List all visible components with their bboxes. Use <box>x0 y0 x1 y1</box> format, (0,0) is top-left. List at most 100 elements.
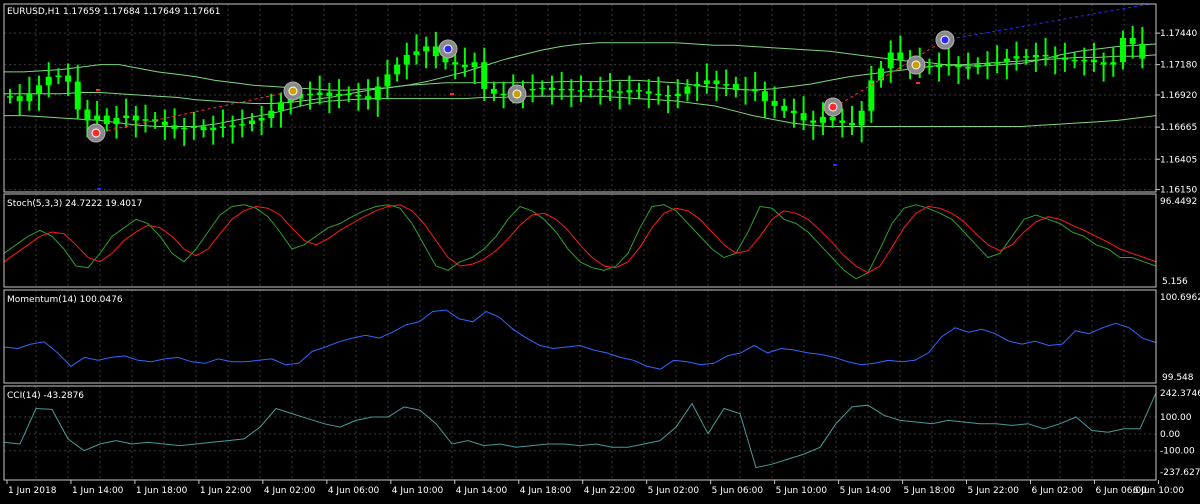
candle-body[interactable] <box>1071 59 1078 62</box>
candle-body[interactable] <box>955 65 962 68</box>
candle-body[interactable] <box>345 93 352 96</box>
candle-body[interactable] <box>26 93 33 102</box>
candle-body[interactable] <box>1023 56 1030 58</box>
candle-body[interactable] <box>248 120 255 125</box>
chart-canvas[interactable]: EURUSD,H1 1.17659 1.17684 1.17649 1.1766… <box>0 0 1200 500</box>
candle-body[interactable] <box>723 84 730 86</box>
candle-body[interactable] <box>984 63 991 65</box>
candle-body[interactable] <box>190 126 197 129</box>
candle-body[interactable] <box>771 101 778 106</box>
candle-body[interactable] <box>936 64 943 68</box>
candle-body[interactable] <box>65 75 72 82</box>
candle-body[interactable] <box>132 115 139 121</box>
candle-body[interactable] <box>790 110 797 114</box>
candle-body[interactable] <box>848 122 855 126</box>
candle-body[interactable] <box>452 62 459 65</box>
candle-body[interactable] <box>84 109 91 121</box>
candle-body[interactable] <box>1042 54 1049 57</box>
candle-body[interactable] <box>994 62 1001 64</box>
candle-body[interactable] <box>423 46 430 52</box>
candle-body[interactable] <box>616 91 623 93</box>
candle-body[interactable] <box>36 85 43 94</box>
candle-body[interactable] <box>461 64 468 68</box>
candle-body[interactable] <box>684 86 691 94</box>
candle-body[interactable] <box>1003 58 1010 63</box>
candle-body[interactable] <box>374 86 381 100</box>
candle-body[interactable] <box>307 93 314 96</box>
candle-body[interactable] <box>432 46 439 57</box>
candle-body[interactable] <box>800 113 807 121</box>
candle-body[interactable] <box>316 92 323 95</box>
candle-body[interactable] <box>200 126 207 131</box>
candle-body[interactable] <box>1013 56 1020 59</box>
candle-body[interactable] <box>1110 62 1117 65</box>
candle-body[interactable] <box>810 120 817 123</box>
candle-body[interactable] <box>742 88 749 91</box>
candle-body[interactable] <box>945 64 952 67</box>
candle-body[interactable] <box>229 125 236 127</box>
candle-body[interactable] <box>1061 57 1068 60</box>
candle-body[interactable] <box>752 88 759 92</box>
candle-body[interactable] <box>355 94 362 97</box>
candle-body[interactable] <box>597 88 604 91</box>
candle-body[interactable] <box>548 87 555 91</box>
candle-body[interactable] <box>732 84 739 91</box>
candle-body[interactable] <box>336 93 343 97</box>
candle-body[interactable] <box>1119 37 1126 63</box>
candle-body[interactable] <box>626 90 633 93</box>
candle-body[interactable] <box>578 90 584 92</box>
candle-body[interactable] <box>645 91 652 94</box>
candle-body[interactable] <box>219 126 226 129</box>
candle-body[interactable] <box>694 84 701 87</box>
candle-body[interactable] <box>819 116 826 123</box>
candle-body[interactable] <box>839 120 846 123</box>
candle-body[interactable] <box>210 127 217 131</box>
candle-body[interactable] <box>636 90 643 92</box>
candle-body[interactable] <box>529 88 536 91</box>
candle-body[interactable] <box>103 115 110 125</box>
candle-body[interactable] <box>481 62 488 89</box>
candle-body[interactable] <box>713 80 720 85</box>
candle-body[interactable] <box>394 64 401 75</box>
candle-body[interactable] <box>258 118 265 121</box>
candle-body[interactable] <box>607 90 614 92</box>
candle-body[interactable] <box>7 96 13 98</box>
candle-body[interactable] <box>539 87 546 90</box>
candle-body[interactable] <box>665 94 672 97</box>
candle-body[interactable] <box>761 91 768 102</box>
candle-body[interactable] <box>655 93 662 96</box>
candle-body[interactable] <box>1090 59 1097 63</box>
candle-body[interactable] <box>1052 56 1059 58</box>
candle-body[interactable] <box>781 105 788 111</box>
candle-body[interactable] <box>55 75 62 78</box>
candle-body[interactable] <box>326 92 333 97</box>
candle-body[interactable] <box>268 110 275 119</box>
candle-body[interactable] <box>1139 44 1146 59</box>
candle-body[interactable] <box>1129 37 1136 45</box>
candle-body[interactable] <box>113 118 120 125</box>
candle-body[interactable] <box>887 52 894 69</box>
candle-body[interactable] <box>965 67 972 69</box>
candle-body[interactable] <box>384 74 391 87</box>
candle-body[interactable] <box>94 115 101 121</box>
price-pane[interactable] <box>4 3 1157 190</box>
candle-body[interactable] <box>1100 62 1107 65</box>
candle-body[interactable] <box>674 93 681 97</box>
candle-body[interactable] <box>181 127 188 130</box>
candle-body[interactable] <box>403 54 410 65</box>
candle-body[interactable] <box>858 110 865 126</box>
candle-body[interactable] <box>142 119 149 121</box>
candle-body[interactable] <box>974 64 981 68</box>
candle-body[interactable] <box>277 102 284 111</box>
candle-body[interactable] <box>1081 59 1088 62</box>
candle-body[interactable] <box>239 124 246 126</box>
candle-body[interactable] <box>365 96 372 100</box>
candle-body[interactable] <box>74 81 81 110</box>
candle-body[interactable] <box>171 125 178 129</box>
candle-body[interactable] <box>897 52 904 60</box>
candle-body[interactable] <box>16 96 23 102</box>
candle-body[interactable] <box>703 80 710 85</box>
candle-body[interactable] <box>587 88 594 91</box>
candle-body[interactable] <box>829 116 836 121</box>
candle-body[interactable] <box>161 121 168 126</box>
